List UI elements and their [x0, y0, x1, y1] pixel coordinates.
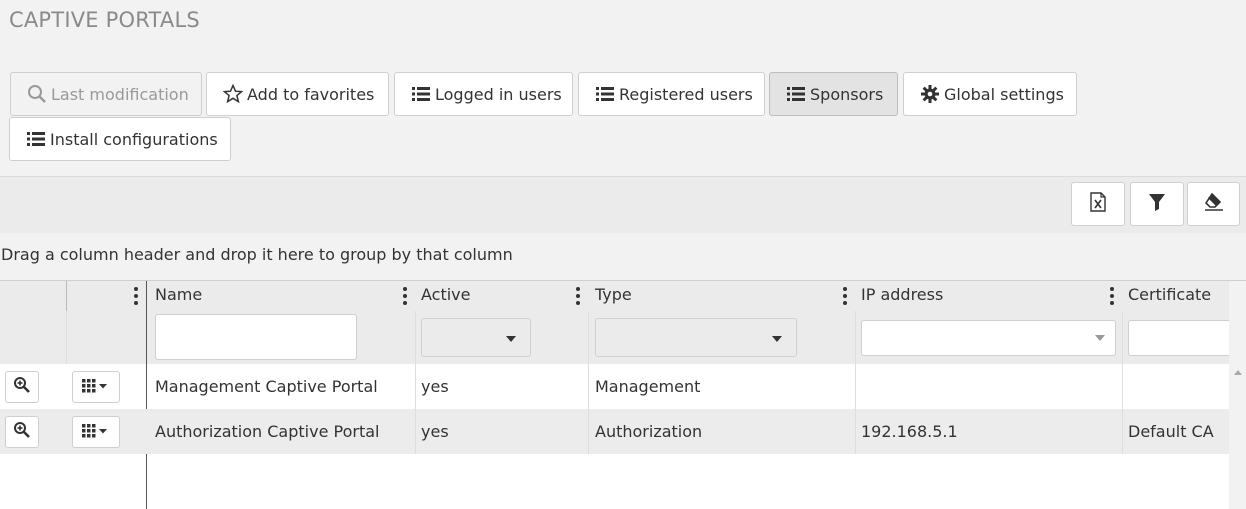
cell-type: Management	[595, 377, 701, 396]
column-menu-icon[interactable]	[843, 287, 847, 308]
column-divider	[415, 364, 416, 409]
column-divider	[588, 311, 589, 364]
column-header-type[interactable]: Type	[595, 281, 632, 311]
grid-header: Name Active Type IP address Certificate	[0, 281, 1229, 311]
filter-row	[0, 311, 1229, 364]
vertical-scrollbar[interactable]	[1229, 364, 1246, 509]
excel-export-icon	[1088, 191, 1108, 217]
gear-icon	[920, 84, 940, 104]
cell-name: Management Captive Portal	[155, 377, 378, 396]
cell-active: yes	[421, 422, 449, 441]
star-icon	[223, 84, 243, 104]
column-menu-icon[interactable]	[134, 287, 138, 308]
list-icon	[786, 85, 806, 103]
global-settings-button[interactable]: Global settings	[903, 72, 1077, 116]
view-details-button[interactable]	[5, 371, 39, 403]
install-configurations-label: Install configurations	[50, 129, 218, 149]
logged-in-users-label: Logged in users	[435, 84, 562, 104]
column-header-name[interactable]: Name	[155, 281, 202, 311]
add-to-favorites-label: Add to favorites	[247, 84, 375, 104]
column-header-certificate[interactable]: Certificate	[1128, 281, 1211, 311]
chevron-down-icon	[772, 336, 782, 342]
cell-ip-address: 192.168.5.1	[861, 422, 958, 441]
view-details-button[interactable]	[5, 416, 39, 448]
column-divider	[1122, 364, 1123, 409]
eraser-icon	[1203, 192, 1225, 216]
grid-body: Management Captive Portal yes Management…	[0, 281, 1229, 509]
registered-users-label: Registered users	[619, 84, 753, 104]
list-icon	[26, 130, 46, 148]
logged-in-users-button[interactable]: Logged in users	[394, 72, 573, 116]
name-filter-input[interactable]	[155, 314, 357, 360]
certificate-filter-input[interactable]	[1128, 320, 1229, 356]
column-divider	[1122, 311, 1123, 364]
registered-users-button[interactable]: Registered users	[578, 72, 765, 116]
filter-icon	[1148, 192, 1166, 216]
column-divider	[855, 364, 856, 409]
type-filter-select[interactable]	[595, 318, 797, 357]
list-icon	[595, 85, 615, 103]
install-configurations-button[interactable]: Install configurations	[9, 117, 231, 161]
column-divider	[855, 311, 856, 364]
global-settings-label: Global settings	[944, 84, 1064, 104]
filter-button[interactable]	[1130, 182, 1184, 226]
row-actions-button[interactable]	[72, 371, 120, 403]
column-divider	[66, 311, 67, 364]
cell-active: yes	[421, 377, 449, 396]
column-divider	[415, 409, 416, 454]
ip-address-filter-select[interactable]	[861, 320, 1116, 356]
column-menu-icon[interactable]	[403, 287, 407, 308]
cell-name: Authorization Captive Portal	[155, 422, 380, 441]
column-divider	[66, 281, 67, 311]
grid-menu-icon	[82, 378, 110, 397]
column-divider	[415, 311, 416, 364]
cell-certificate: Default CA	[1128, 422, 1214, 441]
sponsors-button[interactable]: Sponsors	[769, 72, 898, 116]
export-excel-button[interactable]	[1071, 182, 1125, 226]
column-divider	[1122, 409, 1123, 454]
table-row[interactable]: Authorization Captive Portal yes Authori…	[0, 409, 1229, 454]
column-menu-icon[interactable]	[576, 287, 580, 308]
last-modification-label: Last modification	[51, 84, 189, 104]
active-filter-select[interactable]	[421, 318, 531, 357]
row-actions-button[interactable]	[72, 416, 120, 448]
grid-toolbar	[0, 177, 1246, 233]
chevron-down-icon	[1095, 335, 1105, 341]
clear-filters-button[interactable]	[1187, 182, 1240, 226]
table-row[interactable]: Management Captive Portal yes Management	[0, 364, 1229, 409]
column-divider	[588, 409, 589, 454]
list-icon	[411, 85, 431, 103]
grid-menu-icon	[82, 423, 110, 442]
column-divider	[855, 409, 856, 454]
cell-type: Authorization	[595, 422, 703, 441]
zoom-in-icon	[13, 376, 31, 398]
column-menu-icon[interactable]	[1110, 287, 1114, 308]
group-by-hint: Drag a column header and drop it here to…	[1, 245, 513, 264]
zoom-in-icon	[13, 421, 31, 443]
add-to-favorites-button[interactable]: Add to favorites	[206, 72, 389, 116]
group-by-panel[interactable]: Drag a column header and drop it here to…	[0, 233, 1246, 281]
chevron-down-icon	[506, 336, 516, 342]
last-modification-button[interactable]: Last modification	[10, 72, 202, 116]
search-icon	[27, 84, 47, 104]
sponsors-label: Sponsors	[810, 84, 884, 104]
page-title: CAPTIVE PORTALS	[9, 8, 200, 32]
column-header-ip-address[interactable]: IP address	[861, 281, 943, 311]
column-header-active[interactable]: Active	[421, 281, 471, 311]
scroll-up-arrow-icon[interactable]	[1234, 370, 1242, 375]
column-divider	[588, 364, 589, 409]
